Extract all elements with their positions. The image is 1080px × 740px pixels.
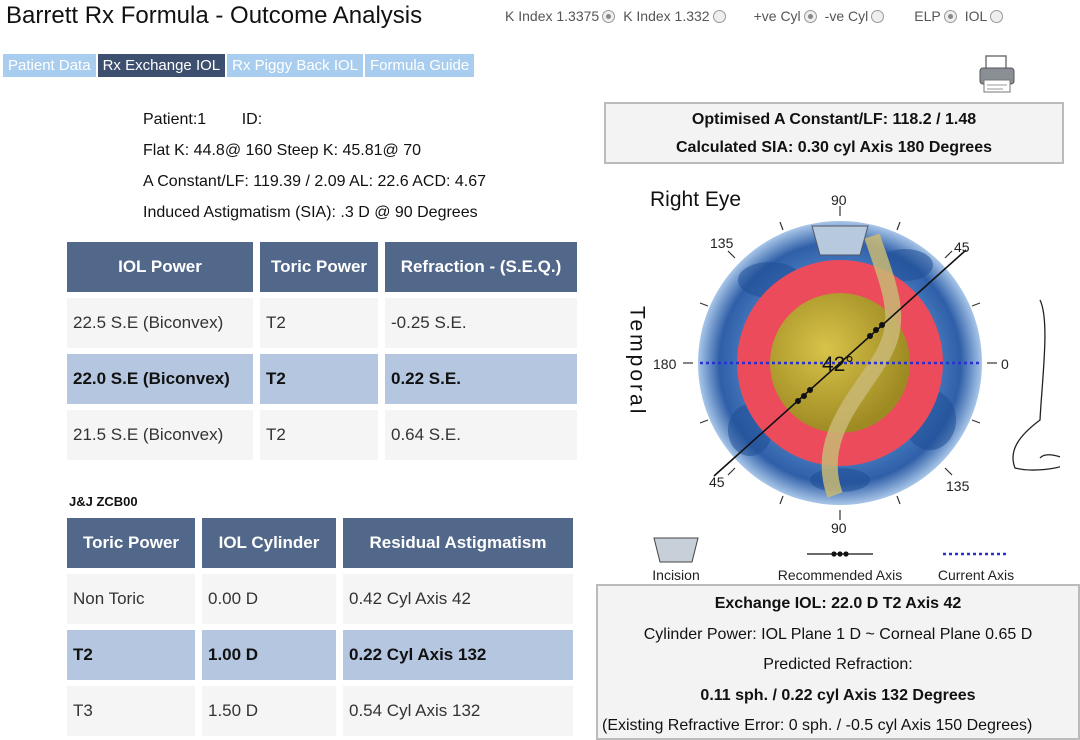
tick-label: 180 [653, 356, 677, 372]
predicted-refraction-value: 0.11 sph. / 0.22 cyl Axis 132 Degrees [700, 686, 976, 704]
table-cell: 0.64 S.E. [385, 410, 577, 460]
elp-option[interactable]: ELP [914, 8, 957, 24]
table-row-selected[interactable]: T2 1.00 D 0.22 Cyl Axis 132 [67, 630, 573, 680]
column-header: IOL Cylinder [202, 518, 336, 568]
radio-icon [943, 9, 957, 23]
axis-value: 42° [822, 353, 854, 376]
table-cell: 22.5 S.E (Biconvex) [67, 298, 253, 348]
options-bar: K Index 1.3375 K Index 1.332 +ve Cyl -ve… [505, 8, 1011, 24]
legend-recommended-axis: Recommended Axis [760, 536, 920, 583]
table-cell: T3 [67, 686, 195, 736]
column-header: Residual Astigmatism [343, 518, 573, 568]
toric-axis-diagram: Right Eye 42° 90 135 45 180 0 45 135 90 … [626, 188, 1060, 536]
table-row[interactable]: 22.5 S.E (Biconvex) T2 -0.25 S.E. [67, 298, 577, 348]
radio-icon [871, 9, 885, 23]
column-header: Toric Power [67, 518, 195, 568]
calculated-sia: Calculated SIA: 0.30 cyl Axis 180 Degree… [675, 139, 992, 156]
table-cell: 1.50 D [202, 686, 336, 736]
legend-incision: Incision [640, 536, 712, 583]
recommended-axis-legend-icon [807, 551, 873, 557]
tick-label: 45 [954, 239, 970, 255]
tick-label: 90 [831, 520, 847, 536]
tab-formula-guide[interactable]: Formula Guide [365, 54, 475, 77]
radio-icon [712, 9, 726, 23]
tick-label: 90 [831, 192, 847, 208]
radio-icon [602, 9, 616, 23]
table-cell: 0.22 S.E. [385, 354, 577, 404]
optimised-constants-box: Optimised A Constant/LF: 118.2 / 1.48 Ca… [604, 102, 1064, 164]
iol-option[interactable]: IOL [965, 8, 1004, 24]
optimised-a-constant: Optimised A Constant/LF: 118.2 / 1.48 [691, 111, 977, 128]
table-cell: 1.00 D [202, 630, 336, 680]
exchange-iol-line: Exchange IOL: 22.0 D T2 Axis 42 [714, 595, 962, 612]
iol-power-table: IOL Power Toric Power Refraction - (S.E.… [60, 236, 584, 466]
column-header: Toric Power [260, 242, 378, 292]
column-header: Refraction - (S.E.Q.) [385, 242, 577, 292]
table-cell: 0.54 Cyl Axis 132 [343, 686, 573, 736]
predicted-refraction-label: Predicted Refraction: [763, 656, 913, 673]
biometry-line: A Constant/LF: 119.39 / 2.09 AL: 22.6 AC… [143, 173, 487, 190]
table-cell: 22.0 S.E (Biconvex) [67, 354, 253, 404]
radio-icon [990, 9, 1004, 23]
table-cell: T2 [260, 298, 378, 348]
eye-label: Right Eye [650, 188, 741, 211]
incision-legend-icon [653, 537, 699, 563]
exchange-iol-summary: Exchange IOL: 22.0 D T2 Axis 42 Cylinder… [596, 584, 1080, 740]
table-cell: Non Toric [67, 574, 195, 624]
neg-cyl-option[interactable]: -ve Cyl [825, 8, 885, 24]
table-cell: 0.00 D [202, 574, 336, 624]
legend-current-axis: Current Axis [926, 536, 1026, 583]
keratometry-line: Flat K: 44.8@ 160 Steep K: 45.81@ 70 [143, 142, 421, 159]
pos-cyl-option[interactable]: +ve Cyl [754, 8, 817, 24]
table-cell: 0.22 Cyl Axis 132 [343, 630, 573, 680]
table-cell: T2 [260, 354, 378, 404]
tab-bar: Patient Data Rx Exchange IOL Rx Piggy Ba… [3, 54, 476, 77]
table-cell: T2 [67, 630, 195, 680]
tab-rx-piggy-back-iol[interactable]: Rx Piggy Back IOL [227, 54, 364, 77]
cylinder-power-line: Cylinder Power: IOL Plane 1 D ~ Corneal … [643, 625, 1033, 643]
table-row[interactable]: T3 1.50 D 0.54 Cyl Axis 132 [67, 686, 573, 736]
table-row[interactable]: 21.5 S.E (Biconvex) T2 0.64 S.E. [67, 410, 577, 460]
tab-patient-data[interactable]: Patient Data [3, 54, 96, 77]
tick-label: 135 [946, 478, 970, 494]
nose-profile-icon [1012, 299, 1060, 471]
k-index-1332-option[interactable]: K Index 1.332 [623, 8, 726, 24]
table-row[interactable]: Non Toric 0.00 D 0.42 Cyl Axis 42 [67, 574, 573, 624]
table-cell: 21.5 S.E (Biconvex) [67, 410, 253, 460]
table-cell: -0.25 S.E. [385, 298, 577, 348]
patient-info: Patient:1 ID: Flat K: 44.8@ 160 Steep K:… [143, 104, 486, 228]
column-header: IOL Power [67, 242, 253, 292]
patient-id-line: Patient:1 ID: [143, 111, 263, 128]
tick-label: 0 [1001, 356, 1009, 372]
radio-icon [803, 9, 817, 23]
toric-power-table: Toric Power IOL Cylinder Residual Astigm… [60, 512, 580, 740]
table-cell: T2 [260, 410, 378, 460]
k-index-1337-option[interactable]: K Index 1.3375 [505, 8, 616, 24]
tick-label: 135 [710, 235, 734, 251]
table-row-selected[interactable]: 22.0 S.E (Biconvex) T2 0.22 S.E. [67, 354, 577, 404]
sia-line: Induced Astigmatism (SIA): .3 D @ 90 Deg… [143, 204, 478, 221]
lens-model-label: J&J ZCB00 [69, 494, 138, 509]
tick-label: 45 [709, 474, 725, 490]
table-cell: 0.42 Cyl Axis 42 [343, 574, 573, 624]
current-axis-legend-icon [943, 552, 1009, 556]
temporal-label: Temporal [626, 306, 649, 416]
page-title: Barrett Rx Formula - Outcome Analysis [6, 2, 423, 29]
tab-rx-exchange-iol[interactable]: Rx Exchange IOL [97, 54, 226, 77]
printer-icon[interactable] [978, 54, 1016, 96]
incision-marker [811, 225, 869, 256]
existing-refractive-error: (Existing Refractive Error: 0 sph. / -0.… [602, 717, 1033, 734]
